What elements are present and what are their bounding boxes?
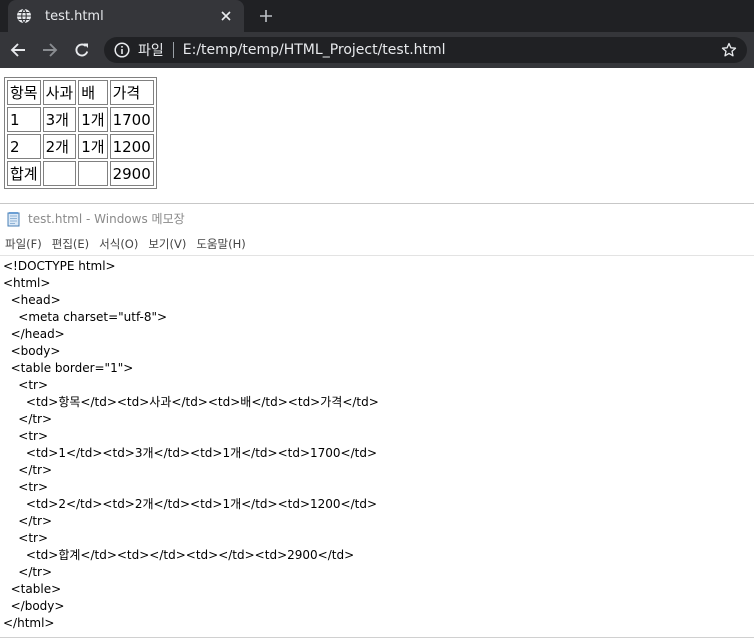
- table-cell: 1개: [78, 107, 108, 132]
- table-cell: 항목: [7, 80, 41, 105]
- code-line: <tr>: [3, 480, 49, 494]
- globe-icon: [17, 8, 31, 24]
- reload-button[interactable]: [70, 38, 94, 62]
- table-cell: 1700: [109, 107, 154, 132]
- code-line: </html>: [3, 616, 55, 630]
- table-row: 2 2개 1개 1200: [7, 134, 154, 159]
- code-line: <!DOCTYPE html>: [3, 259, 116, 273]
- code-line: <table border="1">: [3, 361, 134, 375]
- new-tab-button[interactable]: [256, 6, 276, 26]
- code-line: <html>: [3, 276, 51, 290]
- tab-close-button[interactable]: [218, 8, 234, 24]
- menu-help[interactable]: 도움말(H): [196, 236, 245, 252]
- code-line: <td>1</td><td>3개</td><td>1개</td><td>1700…: [3, 446, 378, 460]
- star-icon[interactable]: [721, 42, 737, 58]
- menu-file[interactable]: 파일(F): [5, 236, 42, 252]
- table-cell: 1200: [109, 134, 154, 159]
- table-cell: 가격: [109, 80, 154, 105]
- url-scheme-label: 파일: [138, 43, 164, 59]
- code-line: </tr>: [3, 412, 53, 426]
- table-row: 1 3개 1개 1700: [7, 107, 154, 132]
- code-line: <td>합계</td><td></td><td></td><td>2900</t…: [3, 548, 355, 562]
- forward-arrow-icon: [43, 43, 58, 57]
- back-arrow-icon: [10, 43, 25, 57]
- menu-format[interactable]: 서식(O): [99, 236, 138, 252]
- code-line: <tr>: [3, 531, 49, 545]
- code-line: <td>2</td><td>2개</td><td>1개</td><td>1200…: [3, 497, 378, 511]
- notepad-window: test.html - Windows 메모장 파일(F) 편집(E) 서식(O…: [0, 203, 754, 639]
- code-line: <tr>: [3, 378, 49, 392]
- rendered-table: 항목 사과 배 가격 1 3개 1개 1700 2 2개 1개 1200 합계 2900: [4, 77, 157, 189]
- notepad-titlebar: test.html - Windows 메모장: [0, 204, 754, 233]
- table-row: 항목 사과 배 가격: [7, 80, 154, 105]
- tab-title: test.html: [45, 8, 104, 24]
- notepad-title: test.html - Windows 메모장: [28, 212, 185, 226]
- omnibox-divider: [172, 42, 174, 58]
- table-cell: 1개: [78, 134, 108, 159]
- info-icon[interactable]: [114, 42, 130, 58]
- table-cell: 2개: [42, 134, 77, 159]
- tab-strip: test.html: [0, 0, 754, 32]
- table-cell: 합계: [7, 161, 41, 186]
- page-content: 항목 사과 배 가격 1 3개 1개 1700 2 2개 1개 1200 합계 2900: [0, 68, 754, 203]
- notepad-icon: [7, 211, 20, 226]
- notepad-text[interactable]: <!DOCTYPE html> <html> <head> <meta chars…: [0, 256, 754, 632]
- menu-edit[interactable]: 편집(E): [52, 236, 89, 252]
- tab-test-html[interactable]: test.html: [8, 0, 244, 32]
- reload-icon: [75, 43, 89, 57]
- code-line: </tr>: [3, 514, 53, 528]
- address-bar[interactable]: 파일 E:/temp/temp/HTML_Project/test.html: [104, 37, 747, 63]
- code-line: <tr>: [3, 429, 49, 443]
- code-line: <meta charset="utf-8">: [3, 310, 168, 324]
- code-line: </body>: [3, 599, 65, 613]
- url-text[interactable]: E:/temp/temp/HTML_Project/test.html: [183, 42, 721, 58]
- code-line: </tr>: [3, 463, 53, 477]
- table-cell: 사과: [42, 80, 77, 105]
- code-line: </head>: [3, 327, 65, 341]
- code-line: <td>항목</td><td>사과</td><td>배</td><td>가격</…: [3, 395, 379, 409]
- code-line: </tr>: [3, 565, 53, 579]
- table-row: 합계 2900: [7, 161, 154, 186]
- table-cell: [78, 161, 108, 186]
- browser-window: test.html 파일 E:/temp/temp/HTML_Project/t…: [0, 0, 754, 203]
- code-line: <head>: [3, 293, 61, 307]
- forward-button[interactable]: [38, 38, 62, 62]
- notepad-menubar: 파일(F) 편집(E) 서식(O) 보기(V) 도움말(H): [0, 233, 754, 255]
- code-line: <table>: [3, 582, 62, 596]
- plus-icon: [260, 10, 272, 22]
- table-cell: 1: [7, 107, 41, 132]
- table-cell: 3개: [42, 107, 77, 132]
- table-cell: [42, 161, 77, 186]
- notepad-editor[interactable]: <!DOCTYPE html> <html> <head> <meta chars…: [0, 255, 754, 638]
- code-line: <body>: [3, 344, 61, 358]
- table-cell: 배: [78, 80, 108, 105]
- back-button[interactable]: [6, 38, 30, 62]
- close-icon: [221, 11, 231, 21]
- browser-toolbar: 파일 E:/temp/temp/HTML_Project/test.html: [0, 32, 754, 68]
- menu-view[interactable]: 보기(V): [148, 236, 186, 252]
- table-cell: 2900: [109, 161, 154, 186]
- table-cell: 2: [7, 134, 41, 159]
